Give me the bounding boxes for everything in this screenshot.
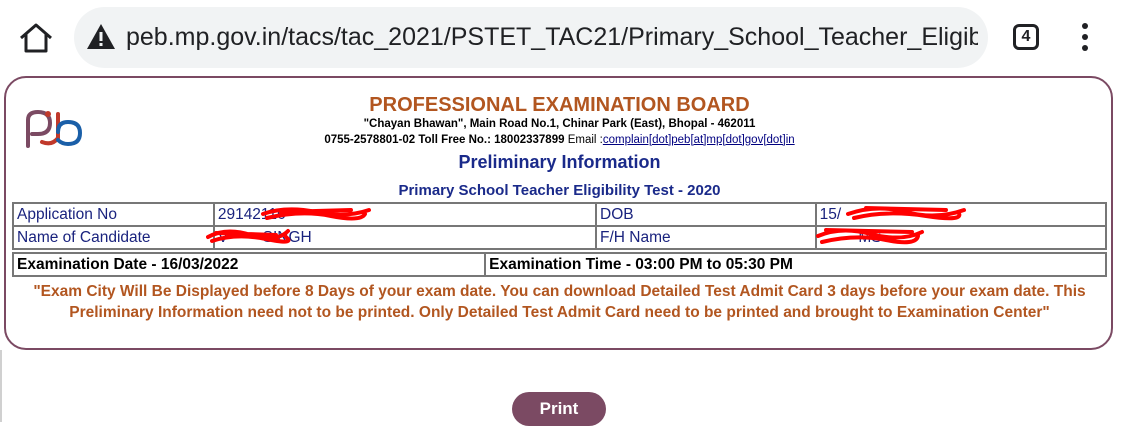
table-row: Application No 29142116 DOB 15/: [12, 202, 1108, 227]
exam-notice: "Exam City Will Be Displayed before 8 Da…: [33, 283, 1086, 321]
preliminary-info-card: PROFESSIONAL EXAMINATION BOARD "Chayan B…: [4, 76, 1113, 350]
table-row: Examination Date - 16/03/2022 Examinatio…: [11, 252, 1107, 277]
print-button[interactable]: Print: [512, 392, 606, 426]
address-bar[interactable]: peb.mp.gov.in/tacs/tac_2021/PSTET_TAC21/…: [74, 7, 988, 68]
page-subtitle: Preliminary Information: [458, 152, 661, 172]
application-no-label: Application No: [12, 202, 215, 227]
candidate-details-table: Application No 29142116 DOB 15/ Name of …: [12, 202, 1108, 250]
exam-schedule-table: Examination Date - 16/03/2022 Examinatio…: [11, 252, 1107, 277]
email-label: Email :: [567, 134, 603, 146]
fh-name-label: F/H Name: [595, 225, 817, 250]
dob-value: 15/: [814, 202, 1108, 227]
board-title: PROFESSIONAL EXAMINATION BOARD: [369, 94, 750, 116]
warning-triangle-icon[interactable]: [86, 22, 116, 52]
board-address: "Chayan Bhawan", Main Road No.1, Chinar …: [363, 118, 756, 130]
more-vert-icon[interactable]: [1076, 20, 1094, 56]
board-contact: 0755-2578801-02 Toll Free No.: 180023378…: [6, 133, 1113, 147]
page-edge: [0, 350, 2, 422]
tab-switcher-icon[interactable]: 4: [1013, 24, 1039, 50]
candidate-name-label: Name of Candidate: [12, 225, 215, 250]
exam-time: Examination Time - 03:00 PM to 05:30 PM: [484, 252, 1107, 277]
dob-label: DOB: [595, 202, 817, 227]
fh-name-value: MS: [814, 225, 1108, 250]
candidate-name-value: V SINGH: [212, 225, 598, 250]
browser-toolbar: peb.mp.gov.in/tacs/tac_2021/PSTET_TAC21/…: [0, 0, 1121, 76]
exam-date: Examination Date - 16/03/2022: [11, 252, 487, 277]
table-row: Name of Candidate V SINGH F/H Name MS: [12, 225, 1108, 250]
url-text[interactable]: peb.mp.gov.in/tacs/tac_2021/PSTET_TAC21/…: [126, 20, 978, 54]
board-phone: 0755-2578801-02 Toll Free No.: 180023378…: [324, 134, 565, 146]
email-link[interactable]: complain[dot]peb[at]mp[dot]gov[dot]in: [603, 134, 795, 146]
application-no-value: 29142116: [212, 202, 598, 227]
exam-name: Primary School Teacher Eligibility Test …: [398, 182, 721, 199]
home-icon[interactable]: [18, 22, 54, 54]
